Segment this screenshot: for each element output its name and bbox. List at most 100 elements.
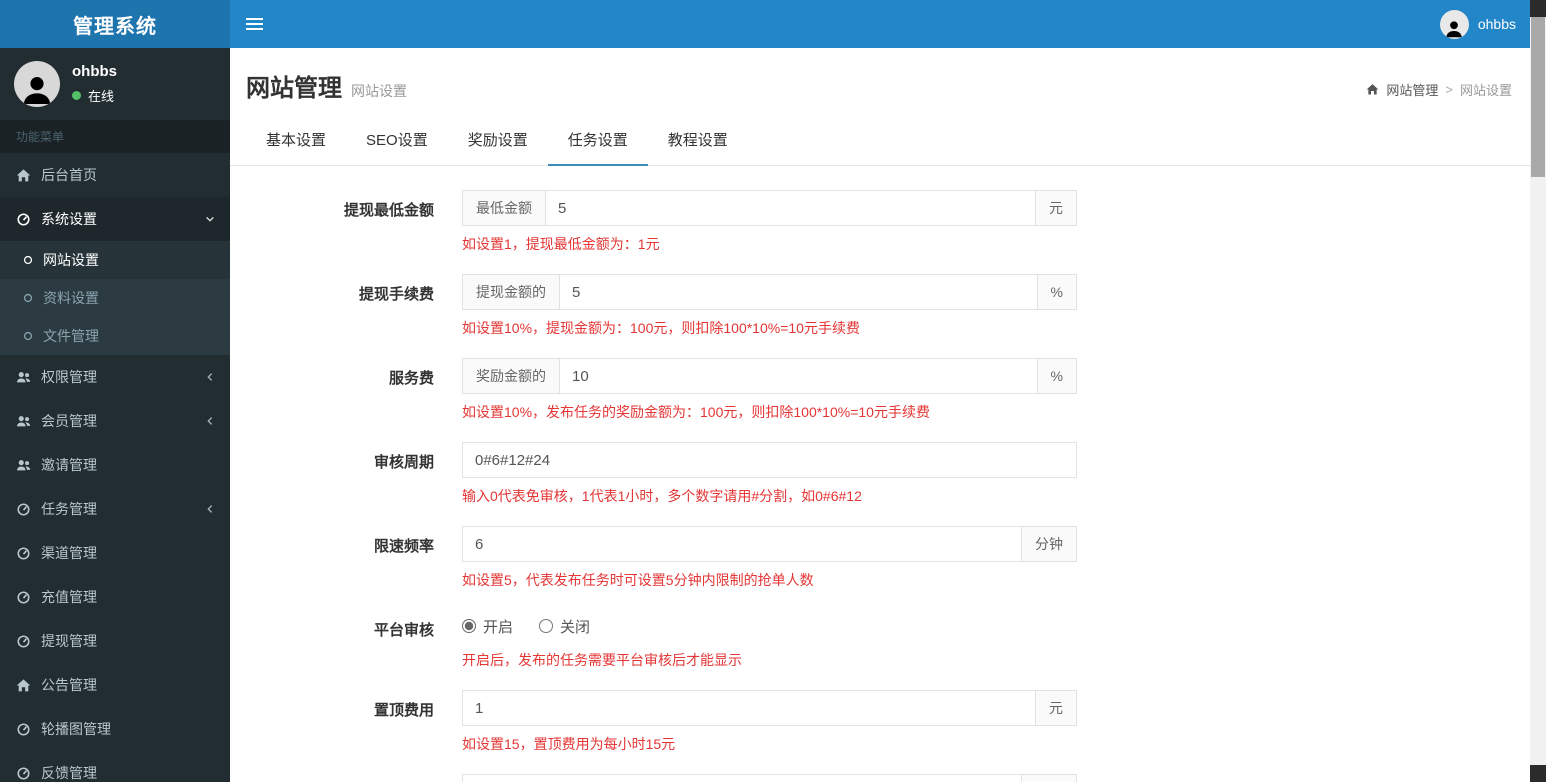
- avatar: [1439, 9, 1469, 39]
- service-fee-input-group: 奖励金额的 %: [462, 358, 1077, 394]
- platform-review-on-radio[interactable]: [462, 619, 476, 633]
- sidebar-item-home[interactable]: 后台首页: [0, 153, 230, 197]
- circle-icon: [22, 330, 34, 342]
- withdraw-fee-input-group: 提现金额的 %: [462, 274, 1077, 310]
- user-menu[interactable]: ohbbs: [1439, 9, 1516, 39]
- field-hint: 如设置1，提现最低金额为：1元: [462, 236, 660, 252]
- breadcrumb-item[interactable]: 网站管理: [1386, 80, 1438, 99]
- rate-limit-input[interactable]: [463, 527, 1021, 561]
- field-hint: 开启后，发布的任务需要平台审核后才能显示: [462, 652, 742, 668]
- gauge-icon: [16, 766, 31, 781]
- radio-label: 关闭: [560, 618, 591, 636]
- field-label: 提现最低金额: [343, 202, 434, 219]
- top-duration-input[interactable]: [463, 775, 1021, 782]
- review-cycle-input[interactable]: [463, 443, 1076, 477]
- input-suffix: 元: [1035, 691, 1076, 725]
- form-row-withdraw-fee: 提现手续费 提现金额的 % 如设置10%，提现金额为：100元，则扣除100*1…: [246, 274, 1514, 338]
- users-icon: [16, 414, 31, 429]
- tab-basic-settings[interactable]: 基本设置: [246, 115, 346, 166]
- admin-app: 管理系统 ohbbs ohbbs 在线 功能菜单 后台首页 系统设置 网站设置 …: [0, 0, 1546, 782]
- top-fee-input-group: 元: [462, 690, 1077, 726]
- chevron-down-icon: [204, 213, 216, 225]
- sidebar-menu: 后台首页 系统设置 网站设置 资料设置 文件管理 权限管理 会员管理 邀请管理 …: [0, 153, 230, 782]
- tab-seo-settings[interactable]: SEO设置: [346, 115, 448, 166]
- sidebar-item-label: 反馈管理: [41, 765, 97, 781]
- sidebar-item-channels[interactable]: 渠道管理: [0, 531, 230, 575]
- field-hint: 如设置10%，发布任务的奖励金额为：100元，则扣除100*10%=10元手续费: [462, 404, 930, 420]
- scrollbar-thumb[interactable]: [1531, 17, 1545, 177]
- field-label: 提现手续费: [358, 286, 434, 303]
- sidebar-item-label: 邀请管理: [41, 457, 97, 473]
- submenu-system-settings: 网站设置 资料设置 文件管理: [0, 241, 230, 355]
- online-status-label: 在线: [88, 89, 115, 104]
- withdraw-fee-input[interactable]: [560, 275, 1037, 309]
- platform-review-off-option[interactable]: 关闭: [539, 616, 590, 637]
- form-row-rate-limit: 限速频率 分钟 如设置5，代表发布任务时可设置5分钟内限制的抢单人数: [246, 526, 1514, 590]
- form-row-platform-review: 平台审核 开启 关闭 开启后，发布的任务需要平台审核后才能显示: [246, 610, 1514, 670]
- platform-review-off-radio[interactable]: [539, 619, 554, 633]
- tab-reward-settings[interactable]: 奖励设置: [448, 115, 548, 166]
- sidebar-item-label: 文件管理: [43, 328, 99, 344]
- field-hint: 如设置5，代表发布任务时可设置5分钟内限制的抢单人数: [462, 572, 814, 588]
- page-subtitle: 网站设置: [351, 83, 407, 99]
- bars-icon: [246, 18, 263, 20]
- sidebar-item-label: 公告管理: [41, 677, 97, 693]
- input-suffix: 分钟: [1021, 527, 1076, 561]
- person-icon: [1444, 19, 1464, 39]
- gauge-icon: [16, 634, 31, 649]
- sidebar-item-carousel[interactable]: 轮播图管理: [0, 707, 230, 751]
- field-hint: 如设置15，置顶费用为每小时15元: [462, 736, 676, 752]
- tab-task-settings[interactable]: 任务设置: [547, 115, 648, 166]
- field-label: 置顶费用: [373, 702, 434, 719]
- service-fee-input[interactable]: [560, 359, 1037, 393]
- sidebar-item-profile-settings[interactable]: 资料设置: [0, 279, 230, 317]
- input-prefix: 提现金额的: [463, 275, 560, 309]
- sidebar-item-file-management[interactable]: 文件管理: [0, 317, 230, 355]
- field-label: 审核周期: [373, 454, 434, 471]
- scroll-up-button[interactable]: [1530, 0, 1546, 17]
- main-content: 网站管理 网站设置 网站管理 > 网站设置 基本设置 SEO设置 奖励设置 任务…: [230, 48, 1530, 782]
- tab-tutorial-settings[interactable]: 教程设置: [648, 115, 748, 166]
- sidebar-item-site-settings[interactable]: 网站设置: [0, 241, 230, 279]
- rate-limit-input-group: 分钟: [462, 526, 1077, 562]
- platform-review-on-option[interactable]: 开启: [462, 616, 513, 637]
- chevron-left-icon: [204, 371, 216, 383]
- sidebar-item-withdrawals[interactable]: 提现管理: [0, 619, 230, 663]
- sidebar-item-tasks[interactable]: 任务管理: [0, 487, 230, 531]
- chevron-left-icon: [204, 415, 216, 427]
- scroll-down-button[interactable]: [1530, 765, 1546, 782]
- sidebar-item-system-settings[interactable]: 系统设置: [0, 197, 230, 241]
- avatar[interactable]: [14, 61, 60, 107]
- gauge-icon: [16, 502, 31, 517]
- sidebar-item-recharge[interactable]: 充值管理: [0, 575, 230, 619]
- field-label: 平台审核: [373, 622, 434, 639]
- withdraw-min-input[interactable]: [546, 191, 1035, 225]
- brand-logo[interactable]: 管理系统: [0, 0, 230, 48]
- review-cycle-input-group: [462, 442, 1077, 478]
- top-fee-input[interactable]: [463, 691, 1035, 725]
- gauge-icon: [16, 722, 31, 737]
- sidebar-item-announcements[interactable]: 公告管理: [0, 663, 230, 707]
- home-icon: [16, 168, 31, 183]
- input-suffix: 元: [1035, 191, 1076, 225]
- sidebar-item-label: 系统设置: [41, 211, 97, 227]
- sidebar-username: ohbbs: [72, 63, 117, 80]
- sidebar-item-invites[interactable]: 邀请管理: [0, 443, 230, 487]
- gauge-icon: [16, 590, 31, 605]
- input-suffix: 小时: [1021, 775, 1076, 782]
- sidebar-item-members[interactable]: 会员管理: [0, 399, 230, 443]
- sidebar-toggle-button[interactable]: [246, 7, 280, 41]
- online-status: 在线: [72, 86, 117, 105]
- field-label: 服务费: [388, 370, 434, 387]
- sidebar-item-label: 渠道管理: [41, 545, 97, 561]
- sidebar-item-permissions[interactable]: 权限管理: [0, 355, 230, 399]
- person-icon: [20, 73, 54, 107]
- withdraw-min-input-group: 最低金额 元: [462, 190, 1077, 226]
- form-row-top-duration: 置顶限时 小时: [246, 774, 1514, 782]
- breadcrumb-separator: >: [1445, 82, 1453, 97]
- field-hint: 输入0代表免审核，1代表1小时，多个数字请用#分割，如0#6#12: [462, 488, 862, 504]
- vertical-scrollbar[interactable]: [1530, 0, 1546, 782]
- form-row-withdraw-min: 提现最低金额 最低金额 元 如设置1，提现最低金额为：1元: [246, 190, 1514, 254]
- home-icon: [16, 678, 31, 693]
- sidebar-item-feedback[interactable]: 反馈管理: [0, 751, 230, 782]
